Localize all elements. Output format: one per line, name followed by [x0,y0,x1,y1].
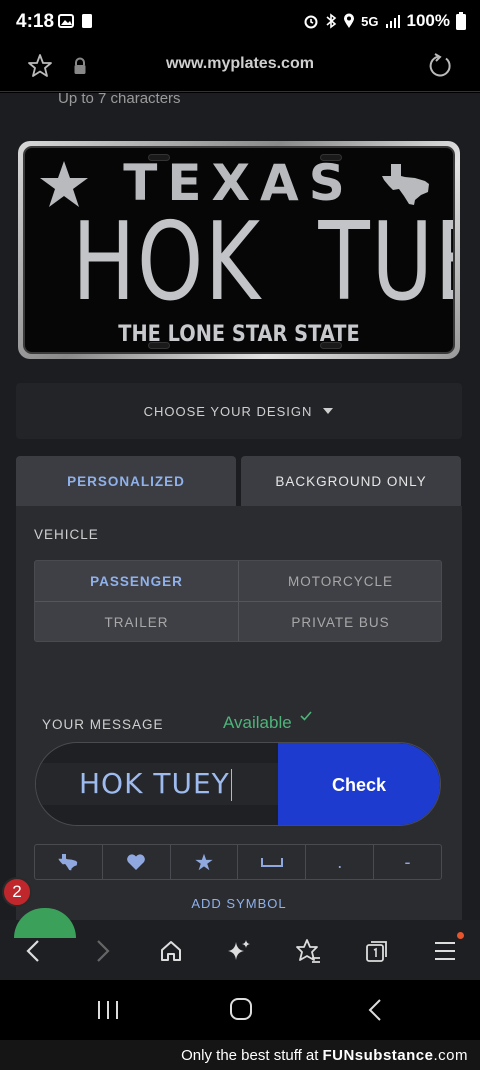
watermark-domain: .com [433,1046,468,1064]
home-icon [161,941,181,961]
forward-arrow-icon [97,940,110,962]
watermark-text: Only the best stuff at [181,1046,319,1064]
sparkle-icon [228,940,250,960]
back-arrow-icon [26,940,39,962]
personalize-panel: VEHICLE PASSENGER MOTORCYCLE TRAILER PRI… [16,506,462,920]
heart-icon [127,854,146,870]
alarm-icon [304,15,318,29]
tab-background-only[interactable]: BACKGROUND ONLY [241,456,461,506]
watermark-footer: Only the best stuff at FUNsubstance.com [0,1040,480,1070]
availability-status: Available [223,713,292,732]
plate-face: TEXAS HOK TUEY THE LONE STAR STATE [23,146,455,354]
menu-notification-dot [457,932,464,939]
message-input-value: HOK TUEY [79,767,230,800]
vehicle-option-motorcycle[interactable]: MOTORCYCLE [239,561,442,601]
browser-url-bar: www.myplates.com [0,44,480,92]
texas-shape-icon [58,854,78,871]
home-button[interactable] [156,936,186,966]
menu-button[interactable] [430,936,460,966]
check-availability-button[interactable]: Check [278,743,440,825]
symbol-heart-button[interactable] [103,845,171,879]
status-right: 5G 100% [303,11,466,31]
status-notification-icons [58,13,94,29]
forward-button[interactable] [88,936,118,966]
tabs-icon [366,941,387,962]
your-message-label: YOUR MESSAGE [42,717,164,732]
vehicle-option-trailer[interactable]: TRAILER [35,602,238,642]
system-navigation-bar [0,980,480,1040]
watermark-brand-name: FUNsubstance [322,1046,434,1064]
device-icon [82,14,92,28]
plate-slogan: THE LONE STAR STATE [118,322,360,347]
tabs-button[interactable] [362,936,392,966]
page-content: Up to 7 characters TEXAS HOK TUEY THE LO… [0,93,480,920]
symbol-star-button[interactable] [171,845,239,879]
battery-percent: 100% [406,11,450,30]
caret-down-icon [323,408,334,414]
text-caret [230,769,233,801]
message-input[interactable]: HOK TUEY [36,763,280,805]
system-back-icon[interactable] [368,998,382,1022]
choose-design-dropdown[interactable]: CHOOSE YOUR DESIGN [16,383,462,439]
vehicle-option-passenger[interactable]: PASSENGER [35,561,238,601]
checkmark-icon [300,711,312,721]
plate-message-text: HOK TUEY [72,200,453,325]
status-bar: 4:18 5G 100% [0,0,480,44]
symbol-space-button[interactable] [238,845,307,879]
vehicle-label: VEHICLE [34,527,99,542]
message-entry: HOK TUEY Check [35,742,441,826]
symbol-picker: . - [34,844,442,880]
location-icon [344,13,355,28]
photo-icon [58,14,74,28]
status-time: 4:18 [16,11,55,32]
bookmarks-star-icon [296,939,320,963]
bluetooth-icon [326,13,337,29]
recent-apps-icon[interactable] [96,999,120,1021]
home-circle-icon[interactable] [229,997,253,1021]
notification-badge[interactable]: 2 [2,877,32,907]
vehicle-type-selector: PASSENGER MOTORCYCLE TRAILER PRIVATE BUS [34,560,442,642]
space-icon [260,858,283,867]
battery-icon [456,12,466,30]
star-icon [195,853,213,871]
choose-design-label: CHOOSE YOUR DESIGN [143,403,313,419]
network-type: 5G [361,13,379,29]
plate-type-tabs: PERSONALIZED BACKGROUND ONLY [16,456,462,506]
signal-icon [385,15,400,28]
symbol-dash-button[interactable]: - [374,845,441,879]
url-text[interactable]: www.myplates.com [0,55,480,73]
reload-icon[interactable] [427,53,453,79]
bookmarks-button[interactable] [293,936,323,966]
divider [238,561,239,641]
character-limit-hint: Up to 7 characters [58,93,181,107]
vehicle-option-private-bus[interactable]: PRIVATE BUS [239,602,442,642]
menu-icon [435,942,455,960]
watermark-brand: FUNsubstance.com [322,1047,468,1064]
ai-assist-button[interactable] [224,936,254,966]
back-button[interactable] [18,936,48,966]
add-symbol-link[interactable]: ADD SYMBOL [16,896,462,911]
symbol-dot-button[interactable]: . [306,845,375,879]
tab-personalized[interactable]: PERSONALIZED [16,456,236,506]
symbol-texas-button[interactable] [35,845,103,879]
license-plate-preview: TEXAS HOK TUEY THE LONE STAR STATE [18,141,460,359]
